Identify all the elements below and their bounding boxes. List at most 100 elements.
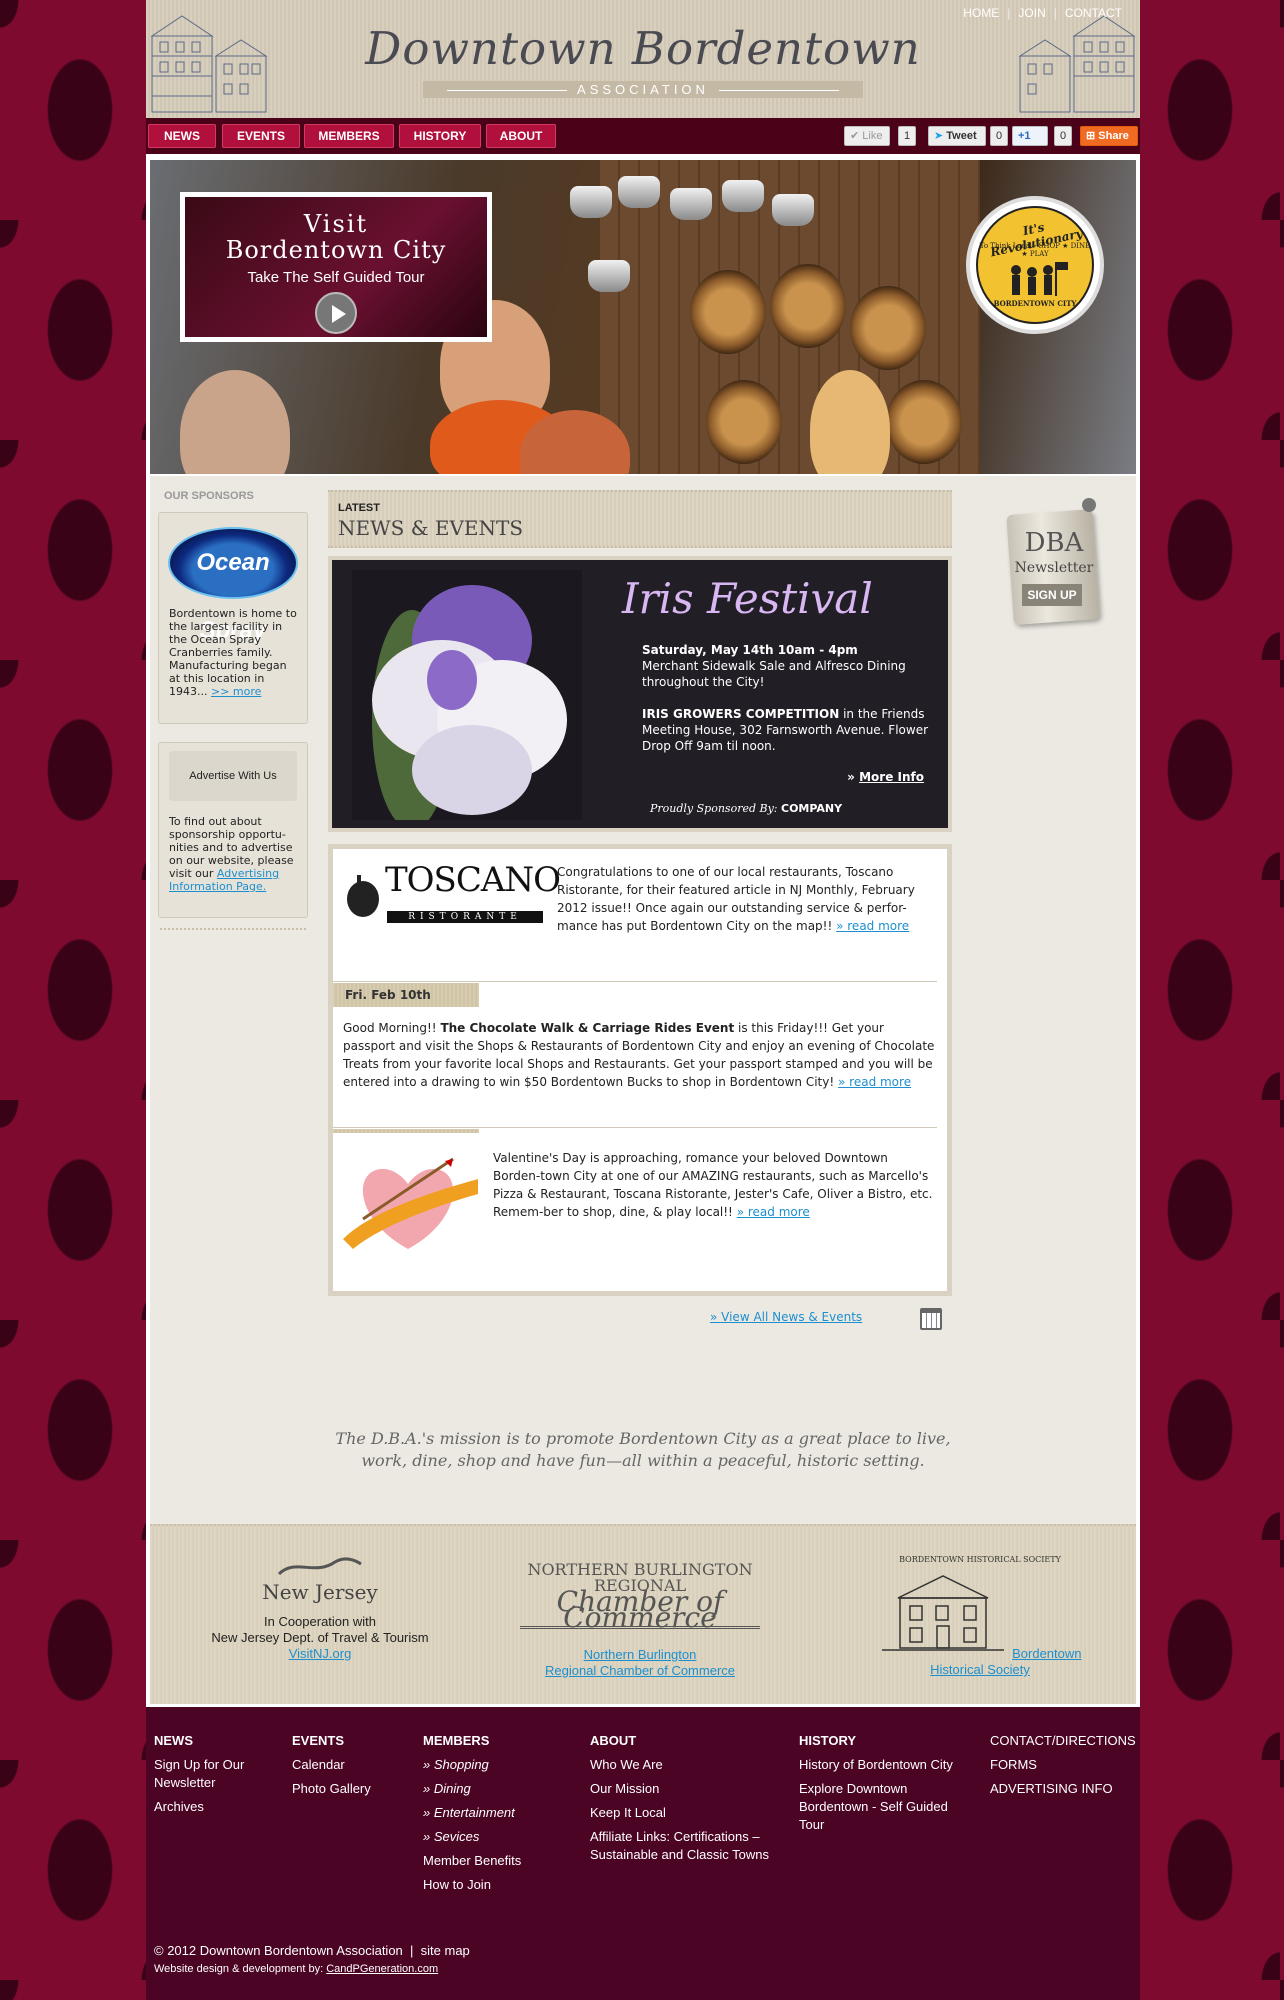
nav-about[interactable]: ABOUT bbox=[486, 124, 556, 148]
visit-tour-panel[interactable]: Visit Bordentown City Take The Self Guid… bbox=[180, 192, 492, 342]
news-list: TOSCANO RISTORANTE Congratulations to on… bbox=[328, 844, 952, 1296]
kettle-image bbox=[570, 186, 612, 218]
view-all-news-link[interactable]: » View All News & Events bbox=[710, 1310, 862, 1324]
play-video-icon[interactable] bbox=[315, 292, 357, 334]
chamber-link-line2: Regional Chamber of Commerce bbox=[544, 1663, 736, 1678]
chamber-link-line1: Northern Burlington bbox=[583, 1647, 697, 1662]
kettle-image bbox=[618, 176, 660, 208]
iris-date: Saturday, May 14th 10am - 4pm bbox=[642, 643, 858, 657]
footer-link[interactable]: ADVERTISING INFO bbox=[990, 1780, 1140, 1798]
page-container: Downtown Bordentown ASSOCIATION HOME | JOI… bbox=[146, 0, 1140, 1707]
advertise-with-us-button[interactable]: Advertise With Us bbox=[169, 751, 297, 801]
footer-link[interactable]: Explore Downtown Bordentown - Self Guide… bbox=[799, 1780, 969, 1834]
read-more-link[interactable]: » read more bbox=[836, 919, 909, 933]
share-label: Share bbox=[1098, 130, 1129, 142]
footer-link[interactable]: Sign Up for Our Newsletter bbox=[154, 1756, 264, 1792]
mission-statement: The D.B.A.'s mission is to promote Borde… bbox=[150, 1428, 1136, 1472]
partner-historical-society: BORDENTOWN HISTORICAL SOCIETY Bordentown… bbox=[860, 1552, 1100, 1678]
nav-members[interactable]: MEMBERS bbox=[304, 124, 394, 148]
nav-events[interactable]: EVENTS bbox=[222, 124, 300, 148]
top-link-join[interactable]: JOIN bbox=[1018, 6, 1045, 20]
sponsor-description: Bordentown is home to the largest facili… bbox=[159, 607, 307, 698]
credit-line: Website design & development by: CandPGe… bbox=[154, 1963, 438, 1975]
top-link-home[interactable]: HOME bbox=[963, 6, 999, 20]
chamber-link[interactable]: Northern Burlington Regional Chamber of C… bbox=[545, 1647, 735, 1678]
footer-link[interactable]: Photo Gallery bbox=[292, 1780, 402, 1798]
sponsor-more-link[interactable]: >> more bbox=[211, 685, 261, 698]
footer-heading[interactable]: ABOUT bbox=[590, 1733, 780, 1748]
iris-festival-feature[interactable]: Iris Festival Saturday, May 14th 10am - … bbox=[328, 556, 952, 832]
separator: | bbox=[1007, 6, 1011, 20]
footer-link[interactable]: Calendar bbox=[292, 1756, 402, 1774]
footer-link[interactable]: Dining bbox=[423, 1780, 563, 1798]
facebook-like-button[interactable]: ✔ Like bbox=[844, 126, 890, 146]
hero-banner: Visit Bordentown City Take The Self Guid… bbox=[150, 160, 1136, 474]
like-count: 1 bbox=[898, 126, 917, 146]
site-logo[interactable]: Downtown Bordentown ASSOCIATION bbox=[146, 22, 1140, 98]
footer-heading[interactable]: EVENTS bbox=[292, 1733, 402, 1748]
read-more-link[interactable]: » read more bbox=[838, 1075, 911, 1089]
calendar-icon[interactable] bbox=[920, 1308, 942, 1330]
iris-competition: IRIS GROWERS COMPETITION in the Friends … bbox=[642, 706, 932, 754]
news-item-toscano: TOSCANO RISTORANTE Congratulations to on… bbox=[343, 863, 937, 935]
footer-link[interactable]: Sevices bbox=[423, 1828, 563, 1846]
newsletter-signup-widget[interactable]: DBA Newsletter SIGN UP bbox=[1006, 498, 1102, 628]
credit-text: Website design & development by: bbox=[154, 1963, 327, 1975]
footer-link[interactable]: Member Benefits bbox=[423, 1852, 563, 1870]
nav-history[interactable]: HISTORY bbox=[399, 124, 481, 148]
colonial-figures-icon bbox=[1011, 262, 1068, 296]
copyright-text: © 2012 Downtown Bordentown Association bbox=[154, 1943, 403, 1958]
footer-heading[interactable]: NEWS bbox=[154, 1733, 264, 1748]
news-date-tag: Fri. Feb 10th bbox=[333, 983, 479, 1007]
newsletter-subtitle: Newsletter bbox=[1014, 560, 1094, 576]
top-link-contact[interactable]: CONTACT bbox=[1065, 6, 1122, 20]
news-divider bbox=[333, 981, 937, 982]
toscano-subtitle: RISTORANTE bbox=[387, 911, 543, 923]
advertise-card: Advertise With Us To find out about spon… bbox=[158, 742, 308, 918]
google-plus-one-button[interactable]: +1 bbox=[1012, 126, 1048, 146]
read-more-link[interactable]: » read more bbox=[737, 1205, 810, 1219]
footer-heading[interactable]: HISTORY bbox=[799, 1733, 969, 1748]
footer-heading[interactable]: MEMBERS bbox=[423, 1733, 563, 1748]
footer-link[interactable]: CONTACT/DIRECTIONS bbox=[990, 1733, 1140, 1748]
footer-col-members: MEMBERS Shopping Dining Entertainment Se… bbox=[423, 1733, 563, 1900]
plus-one-count: 0 bbox=[1054, 126, 1073, 146]
news-item-valentines: Valentine's Day is approaching, romance … bbox=[343, 1149, 937, 1261]
sponsors-heading: OUR SPONSORS bbox=[164, 490, 254, 502]
footer-link[interactable]: FORMS bbox=[990, 1756, 1140, 1774]
tweet-button[interactable]: ➤ Tweet bbox=[928, 126, 986, 146]
more-info-link[interactable]: More Info bbox=[859, 770, 924, 784]
footer-link[interactable]: Affiliate Links: Certifications – Sustai… bbox=[590, 1828, 780, 1864]
newsletter-signup-button[interactable]: SIGN UP bbox=[1022, 584, 1082, 606]
toscano-logo[interactable]: TOSCANO RISTORANTE bbox=[343, 863, 561, 925]
brand-name: Downtown Bordentown bbox=[365, 22, 921, 75]
footer-col-news: NEWS Sign Up for Our Newsletter Archives bbox=[154, 1733, 264, 1822]
partners-bar: New Jersey In Cooperation with New Jerse… bbox=[150, 1524, 1136, 1704]
footer-col-contact: CONTACT/DIRECTIONS FORMS ADVERTISING INF… bbox=[990, 1733, 1140, 1804]
iris-flower-image bbox=[352, 570, 582, 820]
designer-link[interactable]: CandPGeneration.com bbox=[326, 1963, 438, 1975]
barrel-image bbox=[690, 270, 766, 354]
new-jersey-logo-text: New Jersey bbox=[262, 1580, 378, 1604]
footer-link[interactable]: Archives bbox=[154, 1798, 264, 1816]
iris-competition-title: IRIS GROWERS COMPETITION bbox=[642, 707, 840, 721]
footer-link[interactable]: Entertainment bbox=[423, 1804, 563, 1822]
nav-news[interactable]: NEWS bbox=[148, 124, 216, 148]
share-button[interactable]: ⊞ Share bbox=[1080, 126, 1138, 146]
footer-link[interactable]: History of Bordentown City bbox=[799, 1756, 969, 1774]
pushpin-icon bbox=[1082, 498, 1096, 512]
sponsored-by-label: Proudly Sponsored By: bbox=[650, 802, 778, 815]
footer-link[interactable]: How to Join bbox=[423, 1876, 563, 1894]
news-event-name: The Chocolate Walk & Carriage Rides Even… bbox=[440, 1021, 735, 1035]
latest-label: LATEST bbox=[338, 502, 380, 514]
footer-link[interactable]: Our Mission bbox=[590, 1780, 780, 1798]
ocean-spray-logo[interactable]: Ocean Spray bbox=[168, 527, 298, 644]
sitemap-link[interactable]: site map bbox=[421, 1943, 470, 1958]
footer-link[interactable]: Who We Are bbox=[590, 1756, 780, 1774]
like-label: Like bbox=[862, 130, 883, 142]
footer-link[interactable]: Shopping bbox=[423, 1756, 563, 1774]
badge-line3: BORDENTOWN CITY bbox=[993, 299, 1077, 308]
footer-link[interactable]: Keep It Local bbox=[590, 1804, 780, 1822]
barrel-image bbox=[850, 286, 926, 370]
visitnj-link[interactable]: VisitNJ.org bbox=[289, 1646, 352, 1661]
